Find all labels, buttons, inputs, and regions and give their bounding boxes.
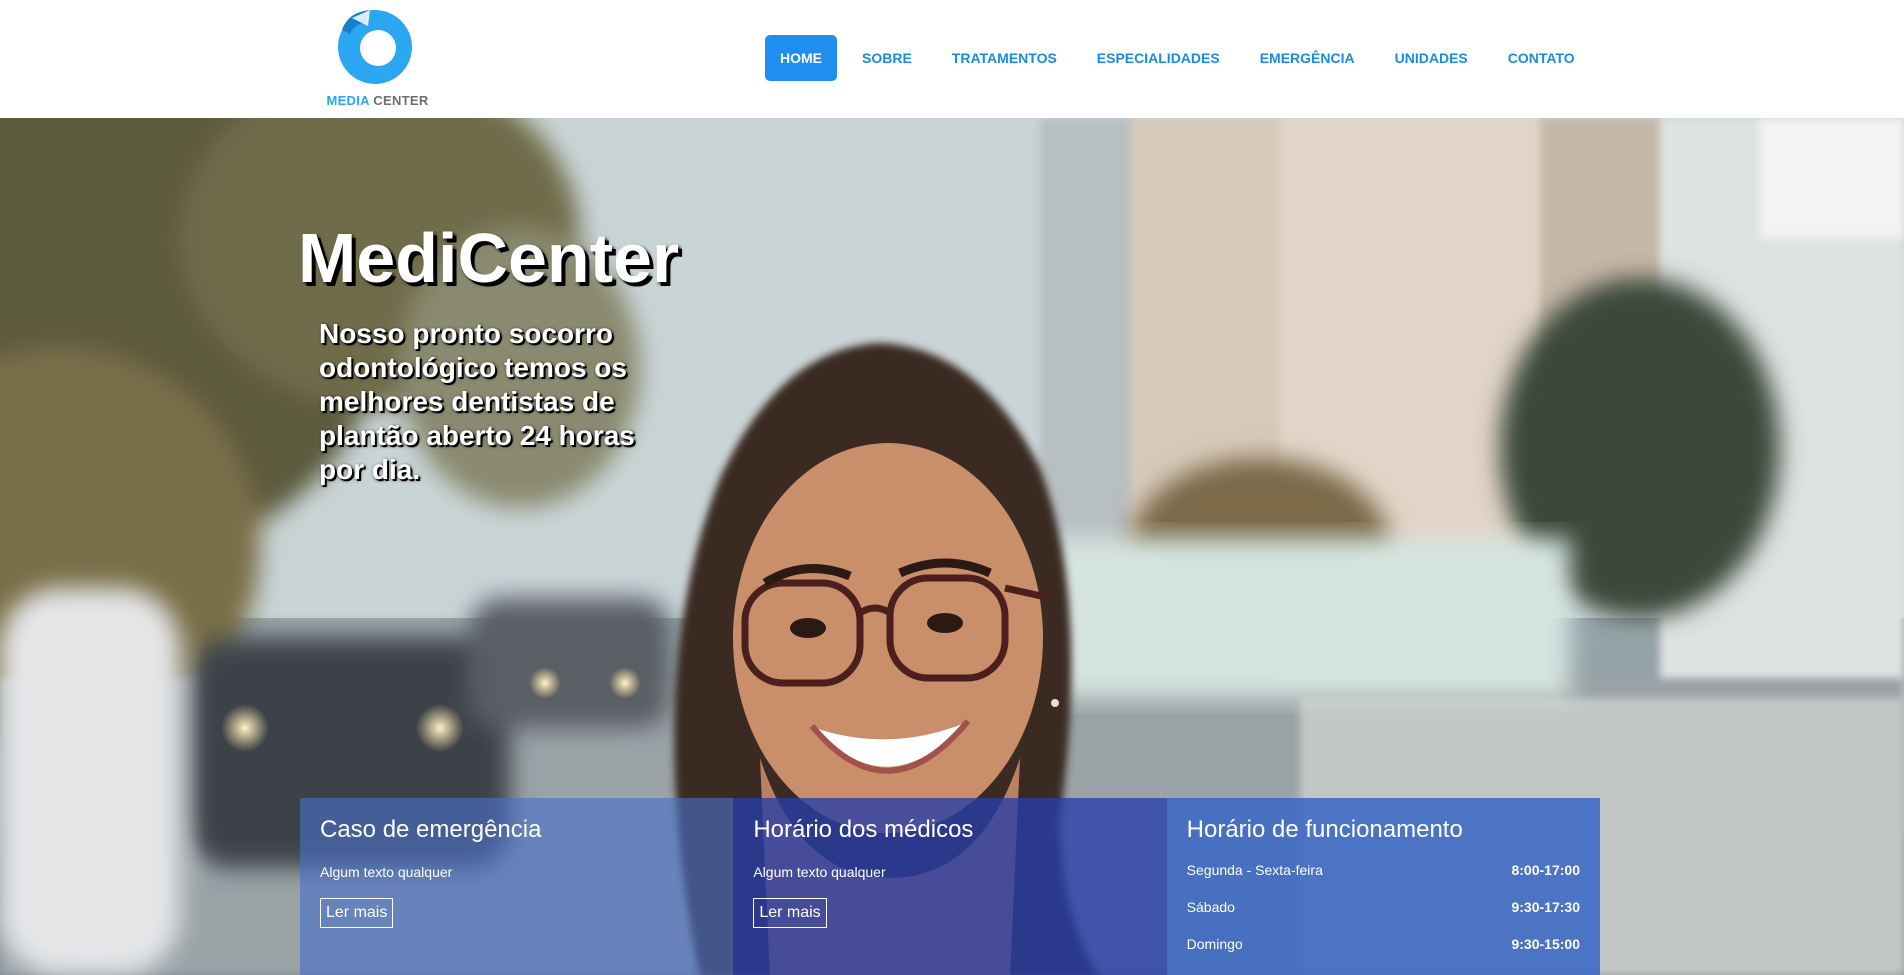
emergency-read-more-button[interactable]: Ler mais: [320, 898, 394, 928]
doctors-read-more-button[interactable]: Ler mais: [753, 898, 827, 928]
logo-word-center: CENTER: [373, 93, 429, 108]
opening-time: 8:00-17:00: [1511, 862, 1580, 878]
nav-item-emergencia[interactable]: EMERGÊNCIA: [1245, 35, 1370, 81]
opening-day: Domingo: [1186, 936, 1243, 952]
nav-item-sobre[interactable]: SOBRE: [847, 35, 927, 81]
doctors-hours-box: Horário dos médicos Algum texto qualquer…: [733, 798, 1167, 975]
opening-hours-box: Horário de funcionamento Segunda - Sexta…: [1166, 798, 1600, 975]
site-header: MEDIA CENTER HOME SOBRE TRATAMENTOS ESPE…: [0, 0, 1904, 118]
nav-item-tratamentos[interactable]: TRATAMENTOS: [937, 35, 1072, 81]
opening-time: 9:30-15:00: [1511, 936, 1580, 952]
nav-item-especialidades[interactable]: ESPECIALIDADES: [1082, 35, 1235, 81]
opening-hours-box-title: Horário de funcionamento: [1186, 816, 1463, 843]
emergency-box: Caso de emergência Algum texto qualquer …: [300, 798, 734, 975]
hero-subtitle: Nosso pronto socorro odontológico temos …: [319, 318, 635, 485]
doctors-hours-box-text: Algum texto qualquer: [753, 864, 886, 880]
opening-hours-list: Segunda - Sexta-feira 8:00-17:00 Sábado …: [1187, 862, 1580, 973]
opening-hours-row: Sábado 9:30-17:30: [1187, 899, 1580, 936]
doctors-hours-box-title: Horário dos médicos: [753, 816, 974, 843]
opening-hours-row: Domingo 9:30-15:00: [1187, 936, 1580, 973]
opening-hours-row: Segunda - Sexta-feira 8:00-17:00: [1187, 862, 1580, 899]
nav-item-home[interactable]: HOME: [765, 35, 837, 81]
logo-word-media: MEDIA: [326, 93, 370, 108]
opening-day: Segunda - Sexta-feira: [1186, 862, 1323, 878]
hero-section: MediCenter Nosso pronto socorro odontoló…: [0, 118, 1904, 975]
emergency-box-title: Caso de emergência: [320, 816, 542, 843]
opening-time: 9:30-17:30: [1511, 899, 1580, 915]
nav-item-contato[interactable]: CONTATO: [1493, 35, 1590, 81]
main-nav: HOME SOBRE TRATAMENTOS ESPECIALIDADES EM…: [765, 35, 1600, 81]
info-boxes: Caso de emergência Algum texto qualquer …: [300, 798, 1600, 975]
logo-text: MEDIA CENTER: [315, 93, 440, 108]
nav-item-unidades[interactable]: UNIDADES: [1380, 35, 1483, 81]
opening-day: Sábado: [1186, 899, 1235, 915]
site-logo[interactable]: MEDIA CENTER: [315, 6, 440, 108]
emergency-box-text: Algum texto qualquer: [320, 864, 453, 880]
refresh-ring-logo-icon: [338, 10, 412, 84]
hero-title: MediCenter: [298, 219, 680, 297]
